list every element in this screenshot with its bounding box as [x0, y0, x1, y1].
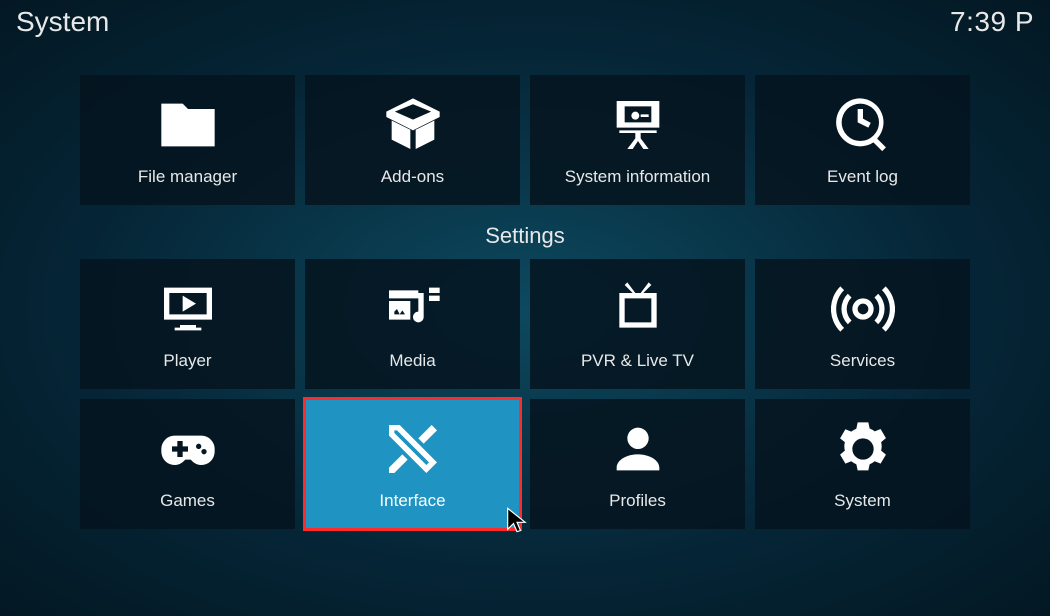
- mouse-cursor-icon: [503, 506, 531, 534]
- clock: 7:39 P: [950, 6, 1034, 38]
- tile-label: Event log: [827, 167, 898, 187]
- tile-pvr-live-tv[interactable]: PVR & Live TV: [530, 259, 745, 389]
- content: File manager Add-ons System information …: [0, 75, 1050, 529]
- settings-row-1: Player Media PVR & Live TV Services: [80, 259, 970, 389]
- gear-wrench-icon: [831, 417, 895, 481]
- monitor-play-icon: [156, 277, 220, 341]
- tile-player[interactable]: Player: [80, 259, 295, 389]
- tile-games[interactable]: Games: [80, 399, 295, 529]
- presentation-icon: [606, 93, 670, 157]
- folder-icon: [156, 93, 220, 157]
- tile-add-ons[interactable]: Add-ons: [305, 75, 520, 205]
- tile-label: Interface: [379, 491, 445, 511]
- top-row: File manager Add-ons System information …: [80, 75, 970, 205]
- media-icon: [381, 277, 445, 341]
- tile-label: Games: [160, 491, 215, 511]
- clock-search-icon: [831, 93, 895, 157]
- tile-profiles[interactable]: Profiles: [530, 399, 745, 529]
- tile-system-information[interactable]: System information: [530, 75, 745, 205]
- tile-system[interactable]: System: [755, 399, 970, 529]
- tile-label: System: [834, 491, 891, 511]
- header: System 7:39 P: [0, 0, 1050, 38]
- tile-services[interactable]: Services: [755, 259, 970, 389]
- tile-event-log[interactable]: Event log: [755, 75, 970, 205]
- tile-label: Media: [389, 351, 435, 371]
- tile-label: File manager: [138, 167, 237, 187]
- tile-file-manager[interactable]: File manager: [80, 75, 295, 205]
- tile-label: PVR & Live TV: [581, 351, 694, 371]
- page-title: System: [16, 6, 109, 38]
- open-box-icon: [381, 93, 445, 157]
- broadcast-icon: [831, 277, 895, 341]
- tile-label: Profiles: [609, 491, 666, 511]
- game-controller-icon: [156, 417, 220, 481]
- tile-label: Add-ons: [381, 167, 444, 187]
- user-icon: [606, 417, 670, 481]
- tile-label: Services: [830, 351, 895, 371]
- tile-label: Player: [163, 351, 211, 371]
- tv-antenna-icon: [606, 277, 670, 341]
- tile-label: System information: [565, 167, 711, 187]
- design-tools-icon: [381, 417, 445, 481]
- section-title: Settings: [485, 223, 565, 249]
- tile-interface[interactable]: Interface: [305, 399, 520, 529]
- tile-media[interactable]: Media: [305, 259, 520, 389]
